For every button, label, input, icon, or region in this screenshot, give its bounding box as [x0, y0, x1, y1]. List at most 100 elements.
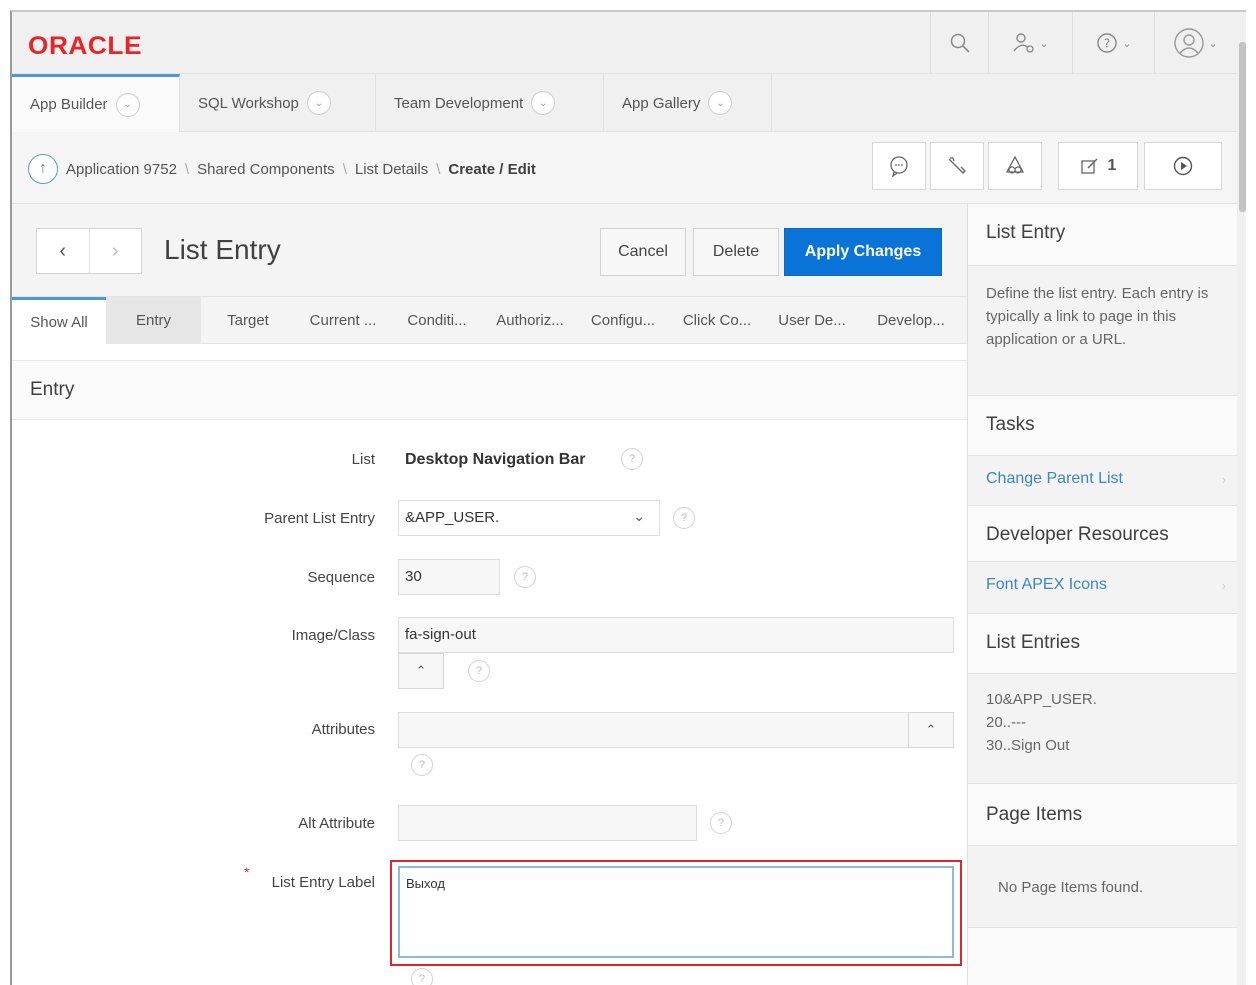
- alt-attribute-input[interactable]: [398, 805, 697, 841]
- vertical-scrollbar[interactable]: [1237, 12, 1246, 985]
- sequence-label: Sequence: [307, 569, 375, 586]
- apply-changes-button[interactable]: Apply Changes: [784, 228, 942, 276]
- tab-user-defined[interactable]: User De...: [765, 297, 859, 344]
- search-icon: [950, 33, 970, 53]
- tab-conditions[interactable]: Conditi...: [391, 297, 483, 344]
- sidebar-page-items-header: Page Items: [968, 784, 1238, 846]
- tab-app-builder[interactable]: App Builder ⌄: [12, 74, 180, 132]
- list-label: List: [351, 451, 375, 468]
- tab-target[interactable]: Target: [201, 297, 295, 344]
- expand-attributes-button[interactable]: ⌃: [908, 712, 954, 748]
- sidebar-title: Page Items: [986, 804, 1083, 825]
- list-entry-item[interactable]: 10&APP_USER.: [968, 674, 1238, 711]
- sidebar-title: Developer Resources: [986, 524, 1169, 545]
- tab-sql-workshop[interactable]: SQL Workshop ⌄: [180, 74, 376, 132]
- sidebar-task-change-parent[interactable]: Change Parent List ›: [968, 456, 1238, 506]
- help-icon[interactable]: ?: [710, 812, 732, 834]
- sidebar-tasks-header: Tasks: [968, 396, 1238, 456]
- breadcrumb-separator: \: [436, 160, 441, 178]
- sidebar-description: Define the list entry. Each entry is typ…: [968, 266, 1238, 396]
- breadcrumb-list-details[interactable]: List Details: [355, 161, 428, 178]
- list-entry-item[interactable]: 20..---: [968, 711, 1238, 734]
- help-icon[interactable]: ?: [411, 754, 433, 776]
- breadcrumb-separator: \: [342, 160, 347, 178]
- breadcrumb-shared-components[interactable]: Shared Components: [197, 161, 335, 178]
- top-header: ORACLE ⌄ ? ⌄ ⌄: [12, 12, 1246, 74]
- main-content: ‹ › List Entry Cancel Delete Apply Chang…: [12, 204, 967, 985]
- chevron-down-icon: ⌄: [633, 508, 645, 524]
- next-record-icon[interactable]: ›: [88, 229, 142, 273]
- oracle-logo[interactable]: ORACLE: [28, 32, 142, 61]
- attributes-input[interactable]: [398, 712, 954, 748]
- utilities-button[interactable]: [930, 142, 984, 190]
- run-icon: [1173, 156, 1193, 176]
- image-class-input[interactable]: fa-sign-out: [398, 617, 954, 653]
- sidebar-font-apex-icons[interactable]: Font APEX Icons ›: [968, 562, 1238, 614]
- chevron-down-icon[interactable]: ⌄: [115, 92, 140, 117]
- user-menu-button[interactable]: ⌄: [1154, 12, 1236, 74]
- help-icon[interactable]: ?: [673, 507, 695, 529]
- scrollbar-thumb[interactable]: [1239, 42, 1246, 212]
- edit-count-button[interactable]: 1: [1058, 142, 1138, 190]
- search-button[interactable]: [930, 12, 988, 74]
- help-icon[interactable]: ?: [621, 448, 643, 470]
- chevron-up-icon: ⌃: [925, 722, 937, 737]
- required-indicator: *: [244, 864, 250, 880]
- collapse-button[interactable]: ⌃: [398, 653, 444, 689]
- list-entry-label-textarea[interactable]: Выход: [398, 866, 954, 958]
- parent-list-entry-select[interactable]: &APP_USER. ⌄: [398, 500, 660, 536]
- run-page-button[interactable]: [1144, 142, 1222, 190]
- tab-team-development[interactable]: Team Development ⌄: [376, 74, 604, 132]
- previous-record-icon[interactable]: ‹: [37, 229, 89, 273]
- sidebar-page-items: No Page Items found.: [968, 846, 1238, 928]
- help-icon[interactable]: ?: [411, 968, 433, 985]
- chevron-down-icon: ⌄: [1039, 37, 1049, 50]
- tab-current[interactable]: Current ...: [295, 297, 391, 344]
- record-navigation: ‹ ›: [36, 228, 142, 274]
- tab-label: SQL Workshop: [198, 94, 299, 112]
- tab-click-counting[interactable]: Click Co...: [669, 297, 765, 344]
- list-entry-item[interactable]: 30..Sign Out: [968, 734, 1238, 757]
- chevron-down-icon: ⌄: [1208, 37, 1218, 50]
- tab-show-all[interactable]: Show All: [12, 297, 106, 344]
- sidebar-list-entry-header: List Entry: [968, 204, 1238, 266]
- edit-count: 1: [1107, 157, 1117, 174]
- breadcrumb-separator: \: [184, 160, 190, 178]
- shared-components-button[interactable]: [988, 142, 1042, 190]
- tab-configuration[interactable]: Configu...: [577, 297, 669, 344]
- feedback-button[interactable]: [872, 142, 926, 190]
- chevron-down-icon[interactable]: ⌄: [306, 91, 331, 115]
- parent-list-entry-value: &APP_USER.: [405, 509, 500, 526]
- title-bar: ‹ › List Entry Cancel Delete Apply Chang…: [12, 204, 967, 297]
- user-icon: [1174, 28, 1205, 58]
- breadcrumb-current: Create / Edit: [448, 160, 536, 178]
- help-icon[interactable]: ?: [514, 566, 536, 588]
- delete-button[interactable]: Delete: [693, 228, 779, 276]
- breadcrumb-bar: ↑ Application 9752 \ Shared Components \…: [12, 132, 1246, 204]
- font-apex-icons-link[interactable]: Font APEX Icons: [968, 562, 1238, 594]
- help-icon[interactable]: ?: [468, 660, 490, 682]
- cancel-button[interactable]: Cancel: [600, 228, 686, 276]
- sidebar-title: Tasks: [986, 414, 1035, 435]
- chevron-down-icon[interactable]: ⌄: [531, 91, 556, 115]
- alt-attribute-label: Alt Attribute: [298, 815, 375, 832]
- utilities-icon: [948, 157, 966, 174]
- sequence-input[interactable]: 30: [398, 559, 500, 595]
- region-tabs: Show All Entry Target Current ... Condit…: [12, 297, 967, 344]
- chevron-down-icon[interactable]: ⌄: [708, 91, 733, 115]
- team-icon: [1005, 155, 1025, 174]
- page-title: List Entry: [164, 234, 281, 265]
- change-parent-list-link[interactable]: Change Parent List: [968, 456, 1238, 488]
- tab-authorization[interactable]: Authoriz...: [483, 297, 577, 344]
- breadcrumb-application[interactable]: Application 9752: [66, 161, 177, 178]
- tab-app-gallery[interactable]: App Gallery ⌄: [604, 74, 772, 132]
- up-arrow-icon[interactable]: ↑: [28, 154, 58, 184]
- sidebar-list-entries-header: List Entries: [968, 614, 1238, 674]
- tab-developer[interactable]: Develop...: [859, 297, 963, 344]
- chevron-right-icon: ›: [1221, 472, 1226, 487]
- tab-entry[interactable]: Entry: [106, 297, 201, 344]
- help-icon: ?: [1097, 33, 1118, 53]
- sidebar-title: List Entries: [986, 632, 1080, 653]
- help-button[interactable]: ? ⌄: [1072, 12, 1154, 74]
- administration-button[interactable]: ⌄: [988, 12, 1072, 74]
